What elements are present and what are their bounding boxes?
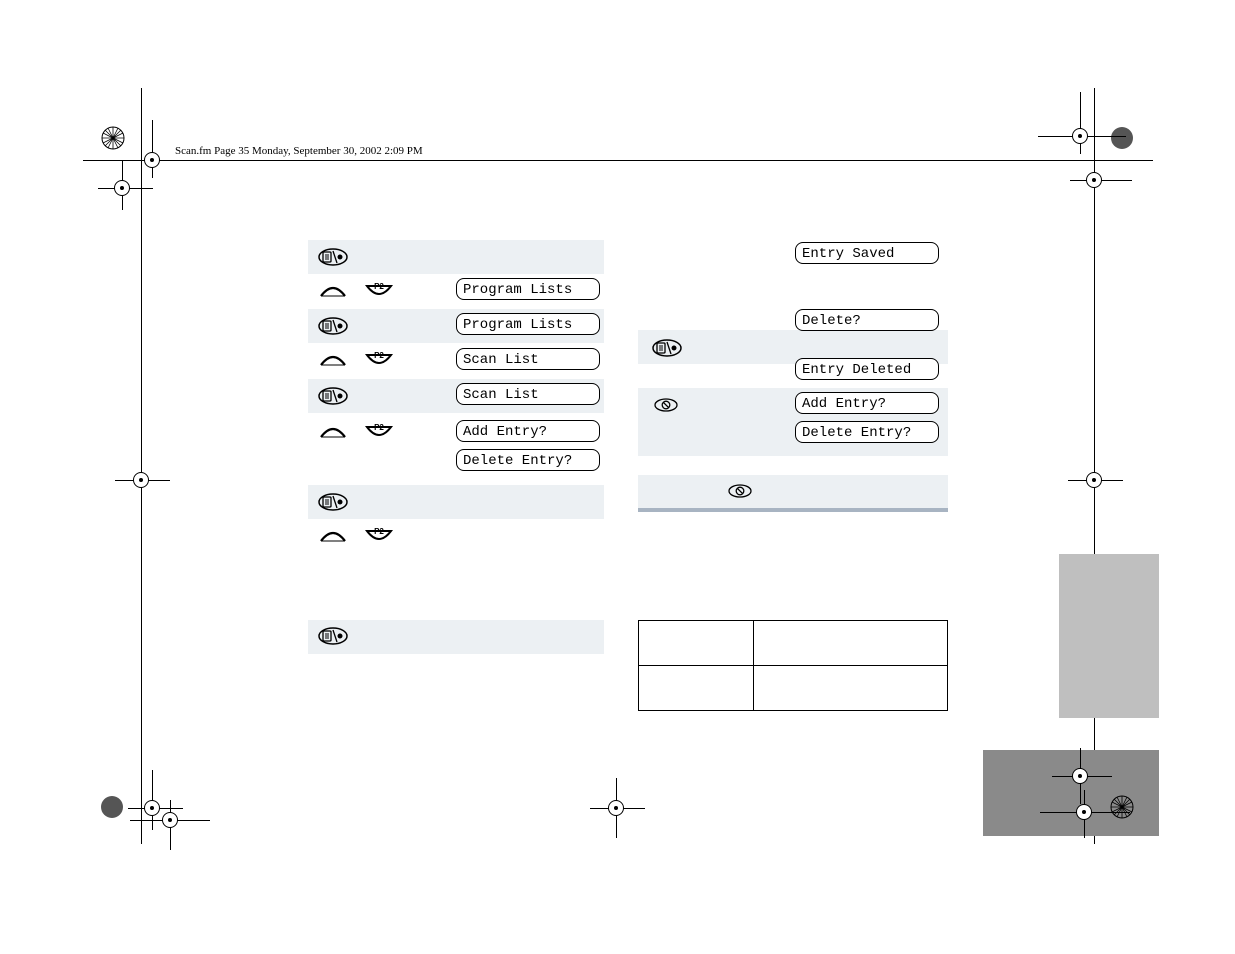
p2-button-icon: P2 (364, 528, 394, 544)
section-rule (638, 508, 948, 512)
lcd-display: Program Lists (456, 278, 600, 300)
lcd-display: Scan List (456, 383, 600, 405)
step-row-shade (308, 240, 604, 274)
table-cell (639, 666, 754, 711)
table-cell (754, 666, 948, 711)
lcd-display: Program Lists (456, 313, 600, 335)
home-cancel-icon (728, 484, 752, 498)
lcd-display: Delete? (795, 309, 939, 331)
lcd-display: Add Entry? (795, 392, 939, 414)
step-row-shade (308, 485, 604, 519)
step-row-shade (308, 620, 604, 654)
scroll-button-icon (318, 528, 348, 544)
registration-mark-icon (1110, 126, 1134, 150)
lcd-display: Entry Deleted (795, 358, 939, 380)
scroll-button-icon (318, 283, 348, 299)
menu-select-icon (318, 317, 348, 335)
registration-mark-icon (1110, 795, 1134, 819)
crop-line (83, 160, 1153, 161)
registration-mark-icon (101, 126, 125, 150)
menu-select-icon (318, 493, 348, 511)
p2-button-icon: P2 (364, 424, 394, 440)
lcd-display: Add Entry? (456, 420, 600, 442)
registration-mark-icon (100, 795, 124, 819)
reference-table (638, 620, 948, 711)
table-cell (754, 621, 948, 666)
table-row (639, 621, 948, 666)
lcd-display: Delete Entry? (456, 449, 600, 471)
lcd-display: Entry Saved (795, 242, 939, 264)
menu-select-icon (318, 387, 348, 405)
thumb-tab (983, 750, 1159, 836)
page-header-text: Scan.fm Page 35 Monday, September 30, 20… (175, 145, 423, 157)
scroll-button-icon (318, 352, 348, 368)
p2-button-icon: P2 (364, 352, 394, 368)
lcd-display: Delete Entry? (795, 421, 939, 443)
menu-select-icon (318, 627, 348, 645)
step-row-shade (638, 475, 948, 509)
table-cell (639, 621, 754, 666)
table-row (639, 666, 948, 711)
menu-select-icon (318, 248, 348, 266)
lcd-display: Scan List (456, 348, 600, 370)
thumb-tab (1059, 554, 1159, 718)
p2-button-icon: P2 (364, 283, 394, 299)
menu-select-icon (652, 339, 682, 357)
scroll-button-icon (318, 424, 348, 440)
home-cancel-icon (654, 398, 678, 412)
